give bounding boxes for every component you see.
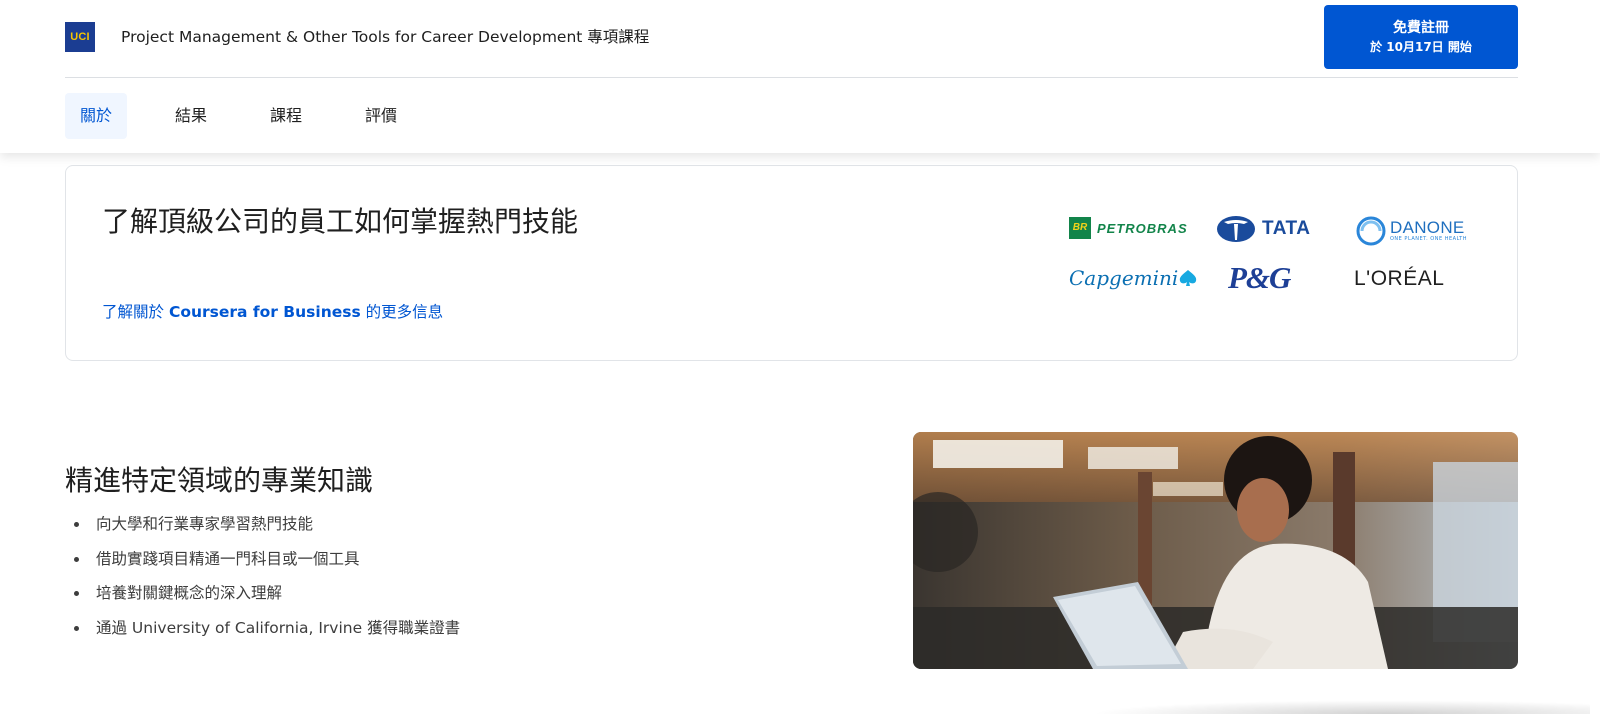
list-item-text: 培養對關鍵概念的深入理解	[96, 584, 283, 602]
capgemini-spade-icon	[1180, 270, 1197, 286]
link-brand: Coursera for Business	[168, 303, 361, 321]
bullet-dot	[74, 591, 79, 596]
section-tabs: 關於 結果 課程 評價	[65, 93, 445, 139]
expertise-list: 向大學和行業專家學習熱門技能 借助實踐項目精通一門科目或一個工具 培養對關鍵概念…	[74, 513, 460, 651]
list-item-text: 向大學和行業專家學習熱門技能	[96, 515, 314, 533]
link-suffix: 的更多信息	[360, 303, 444, 321]
loreal-text: L'ORÉAL	[1354, 267, 1445, 290]
business-card: 了解頂級公司的員工如何掌握熱門技能 了解關於 Coursera for Busi…	[65, 165, 1518, 361]
coursera-business-link[interactable]: 了解關於 Coursera for Business 的更多信息	[102, 300, 443, 322]
danone-logo: DANONE ONE PLANET. ONE HEALTH	[1356, 216, 1467, 246]
list-item-text: 借助實踐項目精通一門科目或一個工具	[96, 549, 360, 568]
program-title: Project Management & Other Tools for Car…	[121, 28, 650, 46]
petrobras-logo: BR PETROBRAS	[1069, 217, 1188, 239]
link-prefix: 了解關於	[102, 303, 169, 321]
capgemini-logo: Capgemini	[1069, 266, 1198, 290]
tab-about[interactable]: 關於	[65, 93, 128, 139]
list-item: 借助實踐項目精通一門科目或一個工具	[74, 548, 460, 583]
danone-text: DANONE	[1390, 218, 1465, 237]
business-heading: 了解頂級公司的員工如何掌握熱門技能	[102, 205, 579, 238]
loreal-logo: L'ORÉAL	[1354, 267, 1444, 291]
danone-wordmark: DANONE ONE PLANET. ONE HEALTH	[1390, 219, 1467, 243]
bullet-dot	[74, 556, 79, 562]
pg-text: P&G	[1228, 260, 1291, 295]
enroll-button[interactable]: 免費註冊 於 10月17日 開始	[1324, 5, 1518, 69]
list-item: 向大學和行業專家學習熱門技能	[74, 513, 460, 548]
tata-text: TATA	[1262, 218, 1311, 239]
tata-logo: TATA	[1216, 215, 1310, 243]
bullet-dot	[74, 625, 79, 631]
floating-panel-shadow	[1090, 700, 1590, 714]
enroll-button-label: 免費註冊	[1393, 20, 1449, 36]
list-item-text: 通過 University of California, Irvine 獲得職業…	[96, 618, 461, 637]
sticky-header: UCI Project Management & Other Tools for…	[0, 0, 1600, 153]
danone-tagline: ONE PLANET. ONE HEALTH	[1390, 236, 1467, 242]
expertise-heading: 精進特定領域的專業知識	[65, 464, 374, 497]
pg-logo: P&G	[1228, 260, 1291, 296]
tab-reviews[interactable]: 評價	[350, 93, 412, 139]
petrobras-badge: BR	[1069, 217, 1091, 239]
header-divider	[65, 77, 1518, 78]
tab-courses[interactable]: 課程	[255, 93, 317, 139]
list-item: 通過 University of California, Irvine 獲得職業…	[74, 617, 460, 652]
enroll-button-start-date: 於 10月17日 開始	[1370, 40, 1472, 54]
danone-emblem-icon	[1356, 216, 1386, 246]
bullet-dot	[74, 522, 79, 527]
student-laptop-photo	[913, 432, 1518, 669]
capgemini-text: Capgemini	[1069, 266, 1179, 290]
petrobras-text: PETROBRAS	[1097, 220, 1188, 236]
tab-outcomes[interactable]: 結果	[160, 93, 222, 139]
tata-emblem-icon	[1217, 216, 1255, 242]
uci-logo[interactable]: UCI	[65, 22, 95, 52]
list-item: 培養對關鍵概念的深入理解	[74, 582, 460, 617]
